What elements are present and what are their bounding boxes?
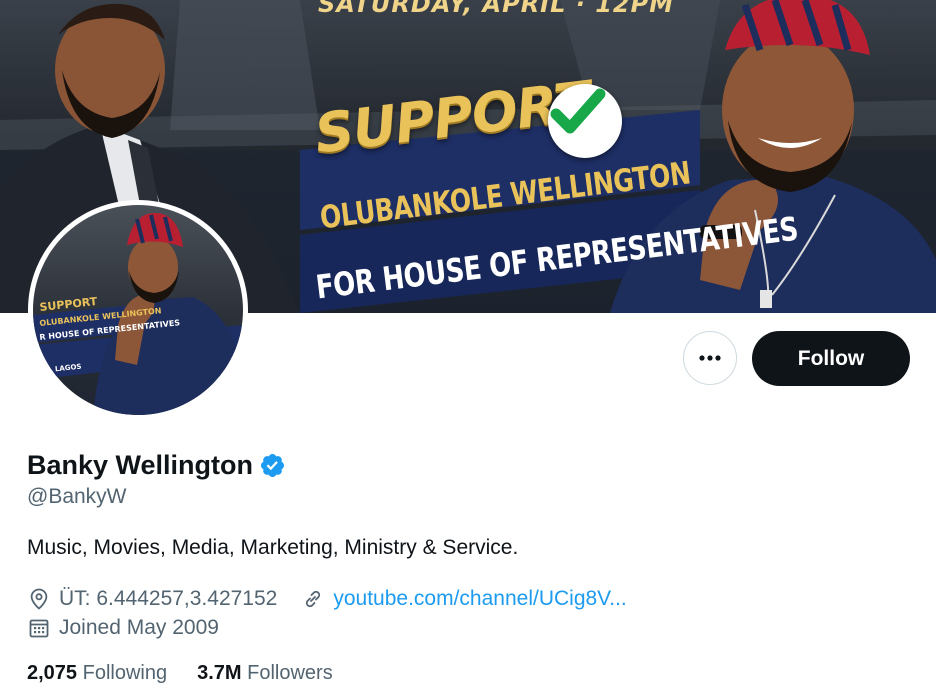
followers-link[interactable]: 3.7M Followers — [197, 662, 333, 685]
profile-website-link[interactable]: youtube.com/channel/UCig8V... — [333, 587, 626, 611]
verified-badge-icon[interactable] — [259, 452, 286, 479]
followers-count: 3.7M — [197, 662, 242, 684]
location-pin-icon — [30, 588, 48, 610]
profile-joined-date: Joined May 2009 — [59, 616, 219, 639]
user-handle: @BankyW — [27, 485, 127, 508]
avatar-photo: SUPPORT OLUBANKOLE WELLINGTON R HOUSE OF… — [33, 205, 243, 415]
display-name-row: Banky Wellington — [27, 448, 286, 482]
more-horizontal-icon — [699, 355, 721, 361]
profile-avatar[interactable]: SUPPORT OLUBANKOLE WELLINGTON R HOUSE OF… — [28, 200, 248, 420]
profile-bio: Music, Movies, Media, Marketing, Ministr… — [27, 536, 519, 559]
link-icon — [306, 590, 321, 608]
follow-button[interactable]: Follow — [752, 331, 910, 386]
following-label: Following — [82, 662, 168, 684]
calendar-icon — [29, 619, 49, 638]
profile-meta-joined: Joined May 2009 — [27, 614, 219, 642]
display-name: Banky Wellington — [27, 449, 254, 480]
follow-stats: 2,075 Following 3.7M Followers — [27, 662, 333, 685]
following-link[interactable]: 2,075 Following — [27, 662, 167, 685]
followers-label: Followers — [247, 662, 333, 684]
more-options-button[interactable]: ••• — [683, 331, 737, 385]
profile-location: ÜT: 6.444257,3.427152 — [59, 587, 278, 610]
checkmark-icon — [548, 84, 622, 158]
following-count: 2,075 — [27, 662, 78, 684]
profile-meta-location-link: ÜT: 6.444257,3.427152 youtube.com/channe… — [27, 585, 627, 613]
banner-date-text: SATURDAY, APRIL · 12PM — [318, 0, 675, 18]
